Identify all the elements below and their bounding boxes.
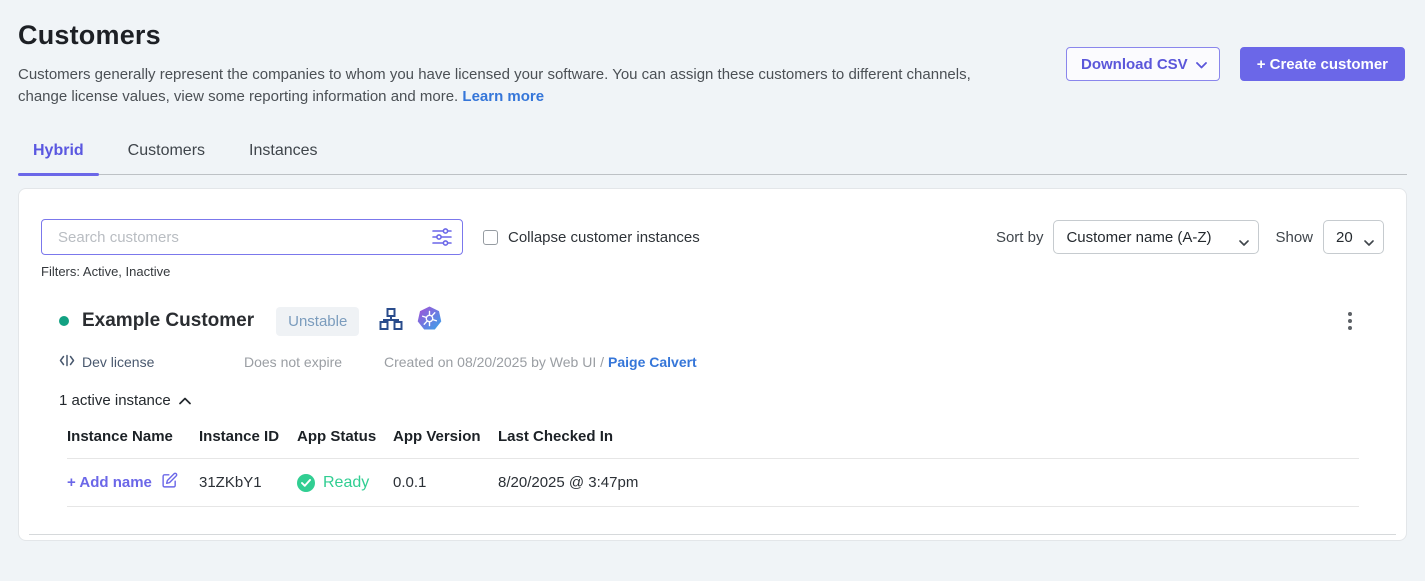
tab-instances[interactable]: Instances bbox=[234, 142, 332, 174]
kubernetes-icon bbox=[417, 306, 442, 336]
create-customer-button[interactable]: + Create customer bbox=[1240, 47, 1405, 81]
learn-more-link[interactable]: Learn more bbox=[462, 88, 544, 105]
edit-pencil-icon bbox=[161, 472, 178, 493]
tab-hybrid[interactable]: Hybrid bbox=[18, 142, 99, 174]
kebab-menu-icon[interactable] bbox=[1344, 308, 1356, 334]
created-info: Created on 08/20/2025 by Web UI /Paige C… bbox=[384, 354, 697, 370]
sitemap-icon bbox=[379, 307, 403, 336]
customers-card: Collapse customer instances Sort by Cust… bbox=[18, 188, 1407, 541]
customer-name[interactable]: Example Customer bbox=[82, 310, 254, 332]
active-status-dot bbox=[59, 316, 69, 326]
customer-type-icons bbox=[379, 306, 442, 336]
col-header-last-checked-in: Last Checked In bbox=[498, 428, 1359, 445]
license-expiration: Does not expire bbox=[244, 354, 384, 370]
table-row: + Add name 31ZKbY1 Ready bbox=[67, 459, 1359, 506]
sort-select[interactable]: Customer name (A-Z) bbox=[1053, 220, 1259, 254]
page-description: Customers generally represent the compan… bbox=[18, 64, 980, 108]
instances-table: Instance Name Instance ID App Status App… bbox=[67, 428, 1359, 507]
col-header-instance-id: Instance ID bbox=[199, 428, 297, 445]
app-version-cell: 0.0.1 bbox=[393, 474, 498, 491]
customer-meta-row: Dev license Does not expire Created on 0… bbox=[59, 353, 1384, 371]
created-info-text: Created on 08/20/2025 by Web UI / bbox=[384, 354, 604, 370]
created-by-link[interactable]: Paige Calvert bbox=[608, 354, 697, 370]
chevron-down-icon bbox=[1196, 56, 1207, 73]
instance-name-cell: + Add name bbox=[67, 472, 199, 493]
code-license-icon bbox=[59, 353, 75, 371]
collapse-instances-checkbox[interactable] bbox=[483, 230, 498, 245]
sort-select-wrap: Customer name (A-Z) bbox=[1053, 220, 1259, 254]
instances-summary-label: 1 active instance bbox=[59, 392, 171, 409]
last-checked-in-cell: 8/20/2025 @ 3:47pm bbox=[498, 474, 1359, 491]
toolbar-right: Sort by Customer name (A-Z) Show 20 bbox=[996, 220, 1384, 254]
instance-id-cell: 31ZKbY1 bbox=[199, 474, 297, 491]
col-header-app-version: App Version bbox=[393, 428, 498, 445]
create-customer-label: + Create customer bbox=[1257, 56, 1388, 73]
customer-row: Example Customer Unstable bbox=[41, 306, 1384, 409]
show-select[interactable]: 20 bbox=[1323, 220, 1384, 254]
add-name-label: + Add name bbox=[67, 474, 152, 491]
show-select-wrap: 20 bbox=[1323, 220, 1384, 254]
filter-sliders-icon[interactable] bbox=[431, 227, 453, 252]
col-header-instance-name: Instance Name bbox=[67, 428, 199, 445]
add-name-link[interactable]: + Add name bbox=[67, 472, 178, 493]
license-type: Dev license bbox=[59, 353, 244, 371]
download-csv-label: Download CSV bbox=[1081, 56, 1188, 73]
search-wrap bbox=[41, 219, 463, 255]
header-actions: Download CSV + Create customer bbox=[1066, 47, 1405, 81]
card-bottom-divider bbox=[29, 534, 1396, 535]
customer-name-row: Example Customer Unstable bbox=[59, 306, 1384, 336]
tab-bar: Hybrid Customers Instances bbox=[18, 142, 1407, 175]
collapse-group: Collapse customer instances bbox=[483, 229, 700, 246]
tab-customers[interactable]: Customers bbox=[113, 142, 220, 174]
check-circle-icon bbox=[297, 474, 315, 492]
status-ready-label: Ready bbox=[323, 474, 369, 492]
chevron-up-icon bbox=[179, 392, 191, 409]
status-ready: Ready bbox=[297, 474, 369, 492]
table-divider bbox=[67, 506, 1359, 507]
instances-table-header: Instance Name Instance ID App Status App… bbox=[67, 428, 1359, 445]
show-label: Show bbox=[1275, 229, 1313, 246]
download-csv-button[interactable]: Download CSV bbox=[1066, 47, 1220, 81]
active-filters-text: Filters: Active, Inactive bbox=[41, 264, 1384, 279]
toolbar: Collapse customer instances Sort by Cust… bbox=[41, 219, 1384, 255]
instances-summary-toggle[interactable]: 1 active instance bbox=[59, 392, 1384, 409]
collapse-instances-label: Collapse customer instances bbox=[508, 229, 700, 246]
sort-by-label: Sort by bbox=[996, 229, 1044, 246]
channel-badge: Unstable bbox=[276, 307, 359, 336]
license-type-label: Dev license bbox=[82, 354, 154, 370]
search-input[interactable] bbox=[41, 219, 463, 255]
col-header-app-status: App Status bbox=[297, 428, 393, 445]
app-status-cell: Ready bbox=[297, 474, 393, 492]
